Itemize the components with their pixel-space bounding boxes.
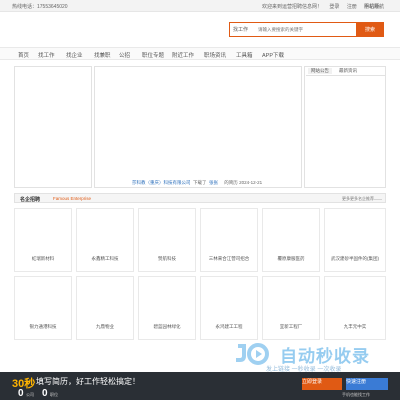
company-name: 永鑫精工科技	[91, 256, 119, 261]
company-card[interactable]: 永鸿建工工程	[200, 276, 258, 340]
company-card[interactable]: 赞航科技	[138, 208, 196, 272]
announcements-panel	[304, 66, 386, 188]
companies-count: 0	[18, 388, 24, 399]
famous-english: Famous Enterprise	[53, 196, 92, 201]
nav-home[interactable]: 首页	[18, 51, 29, 59]
top-bar: 热线电话：17553645020 欢迎来到运营招聘信息网！ 登录 注册 手机版 …	[0, 0, 400, 12]
nav-career-news[interactable]: 职场资讯	[204, 51, 226, 59]
tab-latest-news[interactable]: 最新资讯	[336, 68, 360, 74]
nav-find-job[interactable]: 找工作	[38, 51, 55, 59]
tab-announcements[interactable]: 网站公告	[308, 68, 332, 74]
company-name: 银力通港科技	[29, 324, 57, 329]
company-name: 宜新工程厂	[279, 324, 303, 329]
company-name: 赞航科技	[158, 256, 176, 261]
watermark-logo-icon	[236, 343, 269, 365]
company-name: 碧蓝园林绿化	[153, 324, 181, 329]
company-card[interactable]: 银力通港科技	[14, 276, 72, 340]
register-link[interactable]: 注册	[347, 4, 357, 10]
nav-job-topics[interactable]: 职位专题	[142, 51, 164, 59]
search-button[interactable]: 搜索	[356, 22, 384, 37]
register-button[interactable]: 快速注册	[346, 378, 388, 390]
famous-title: 名企招聘	[20, 197, 41, 203]
nav-app-download[interactable]: APP下载	[262, 51, 284, 59]
more-companies-link[interactable]: 更多更多名企推荐——	[342, 196, 382, 202]
footer-slogan: 填写简历，好工作轻松搞定！	[36, 377, 140, 386]
site-nav-link[interactable]: 网站导航	[364, 3, 384, 10]
company-name: 九丰元中实	[343, 324, 367, 329]
search-bar: 找工作 搜索	[229, 22, 384, 37]
nav-part-time[interactable]: 找兼职	[94, 51, 111, 59]
banner-center	[94, 66, 302, 188]
company-name: 九鼎物业	[96, 324, 114, 329]
login-link[interactable]: 登录	[329, 4, 339, 10]
announcement-tabs: 网站公告 最新资讯	[306, 66, 386, 76]
company-card[interactable]: 覆原康服医药	[262, 208, 320, 272]
nav-public-recruit[interactable]: 公招	[119, 51, 130, 59]
company-name: 虹瑞新材料	[31, 256, 55, 261]
main-nav: 首页 找工作 找企业 找兼职 公招 职位专题 附近工作 职场资讯 工具箱 APP…	[0, 47, 400, 60]
company-card[interactable]: 九丰元中实	[324, 276, 386, 340]
company-card[interactable]: 永鑫精工科技	[76, 208, 134, 272]
company-card[interactable]: 碧蓝园林绿化	[138, 276, 196, 340]
company-name: 永鸿建工工程	[215, 324, 243, 329]
company-name: 武汉建砂半固件的(集团)	[331, 256, 379, 261]
mobile-jobs-hint: 手机也能找工作	[342, 392, 370, 397]
company-card[interactable]: 武汉建砂半固件的(集团)	[324, 208, 386, 272]
famous-enterprise-header: 名企招聘 Famous Enterprise 更多更多名企推荐——	[14, 193, 386, 203]
search-type-select[interactable]: 找工作	[230, 26, 258, 33]
hotline-phone: 热线电话：17553645020	[12, 4, 68, 10]
company-card[interactable]: 三林来合江营司招合	[200, 208, 258, 272]
company-name: 覆原康服医药	[277, 256, 305, 261]
activity-action: 下载了	[193, 180, 207, 185]
jobs-count: 0	[42, 388, 48, 399]
activity-suffix: 的简历	[224, 180, 238, 185]
jobs-label: 职位	[50, 392, 58, 397]
login-button[interactable]: 立即登录	[302, 378, 342, 390]
nav-toolbox[interactable]: 工具箱	[236, 51, 253, 59]
activity-person-link[interactable]: 张张	[209, 180, 218, 185]
welcome-text: 欢迎来到运营招聘信息网！	[262, 4, 323, 10]
company-card[interactable]: 宜新工程厂	[262, 276, 320, 340]
banner-left	[14, 66, 92, 188]
company-card[interactable]: 虹瑞新材料	[14, 208, 72, 272]
nav-nearby-jobs[interactable]: 附近工作	[172, 51, 194, 59]
company-name: 三林来合江营司招合	[208, 256, 250, 261]
company-card[interactable]: 九鼎物业	[76, 276, 134, 340]
nav-find-company[interactable]: 找企业	[66, 51, 83, 59]
companies-label: 公司	[26, 392, 34, 397]
activity-company-link[interactable]: 莎科教（重庆）科技有限公司	[132, 180, 191, 185]
activity-date: 2024-12-21	[239, 180, 263, 185]
download-activity: 莎科教（重庆）科技有限公司 下载了 张张 的简历 2024-12-21	[132, 180, 262, 186]
